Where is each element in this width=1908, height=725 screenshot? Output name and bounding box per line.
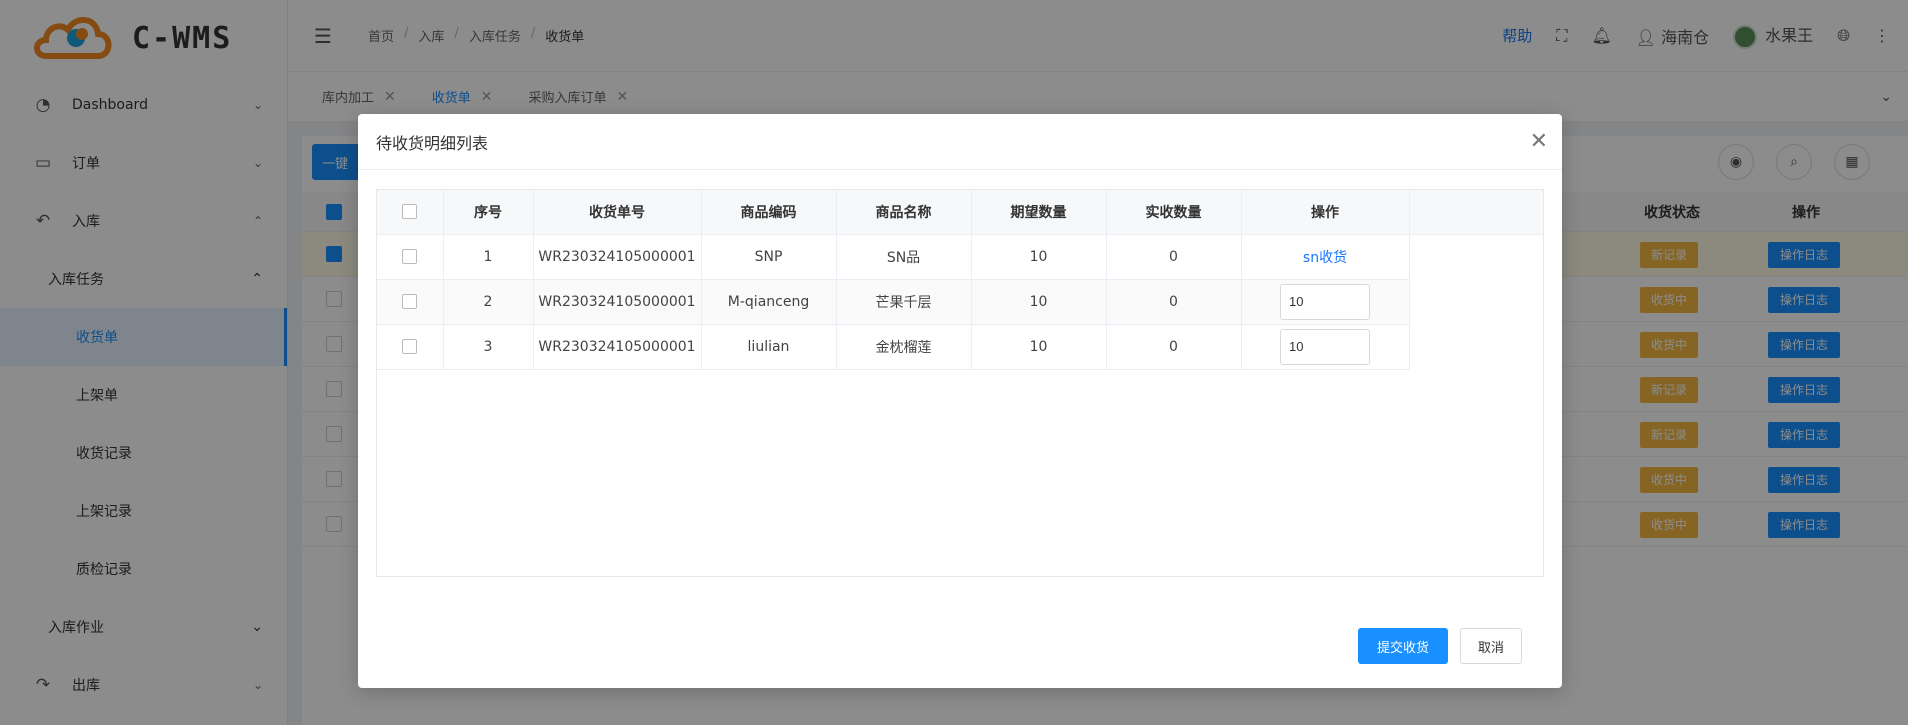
cell-index: 1 [443,234,534,280]
cell-product-name: 芒果千层 [836,279,972,325]
receipt-detail-dialog: 待收货明细列表 ✕ 序号 收货单号 商品编码 商品名称 期望数量 实收数量 操作 [358,114,1562,688]
cell-index: 3 [443,324,534,370]
table-row[interactable]: 2 WR230324105000001 M-qianceng 芒果千层 10 0 [377,279,1543,325]
checkbox-cell [377,279,444,325]
table-header-row: 序号 收货单号 商品编码 商品名称 期望数量 实收数量 操作 [377,190,1543,235]
row-checkbox[interactable] [402,249,418,264]
checkbox-cell [377,234,444,280]
row-checkbox[interactable] [402,294,418,309]
detail-table-container: 序号 收货单号 商品编码 商品名称 期望数量 实收数量 操作 1 WR23032… [376,189,1544,577]
cell-index: 2 [443,279,534,325]
table-row[interactable]: 3 WR230324105000001 liulian 金枕榴莲 10 0 [377,324,1543,370]
checkbox-cell [377,324,444,370]
cancel-button[interactable]: 取消 [1460,628,1522,664]
cell-receipt-no: WR230324105000001 [533,279,702,325]
column-header: 操作 [1241,190,1410,235]
received-qty-input[interactable] [1280,328,1370,365]
received-qty-input[interactable] [1280,283,1370,320]
detail-table: 序号 收货单号 商品编码 商品名称 期望数量 实收数量 操作 1 WR23032… [377,190,1543,370]
column-header: 收货单号 [533,190,702,235]
cell-product-name: SN品 [836,234,972,280]
column-header: 商品编码 [701,190,837,235]
cell-received-qty: 0 [1106,324,1242,370]
column-header: 序号 [443,190,534,235]
sn-receive-link[interactable]: sn收货 [1303,250,1347,266]
cell-receipt-no: WR230324105000001 [533,324,702,370]
cell-sku: liulian [701,324,837,370]
cell-sku: SNP [701,234,837,280]
table-row[interactable]: 1 WR230324105000001 SNP SN品 10 0 sn收货 [377,234,1543,280]
cell-action [1241,324,1410,370]
column-header: 商品名称 [836,190,972,235]
cell-received-qty: 0 [1106,279,1242,325]
row-checkbox[interactable] [402,339,418,354]
cell-sku: M-qianceng [701,279,837,325]
header-checkbox-cell [377,190,444,235]
cell-receipt-no: WR230324105000001 [533,234,702,280]
cell-expected-qty: 10 [971,234,1107,280]
submit-receipt-button[interactable]: 提交收货 [1358,628,1448,664]
column-header: 实收数量 [1106,190,1242,235]
dialog-header: 待收货明细列表 ✕ [358,114,1562,170]
close-icon[interactable]: ✕ [1530,129,1548,154]
cell-action: sn收货 [1241,234,1410,280]
cell-received-qty: 0 [1106,234,1242,280]
dialog-footer: 提交收货 取消 [1358,628,1522,664]
cell-product-name: 金枕榴莲 [836,324,972,370]
select-all-checkbox[interactable] [402,204,418,220]
dialog-title: 待收货明细列表 [376,133,489,153]
cell-action [1241,279,1410,325]
header-filler [1409,190,1543,235]
column-header: 期望数量 [971,190,1107,235]
cell-expected-qty: 10 [971,324,1107,370]
cell-expected-qty: 10 [971,279,1107,325]
